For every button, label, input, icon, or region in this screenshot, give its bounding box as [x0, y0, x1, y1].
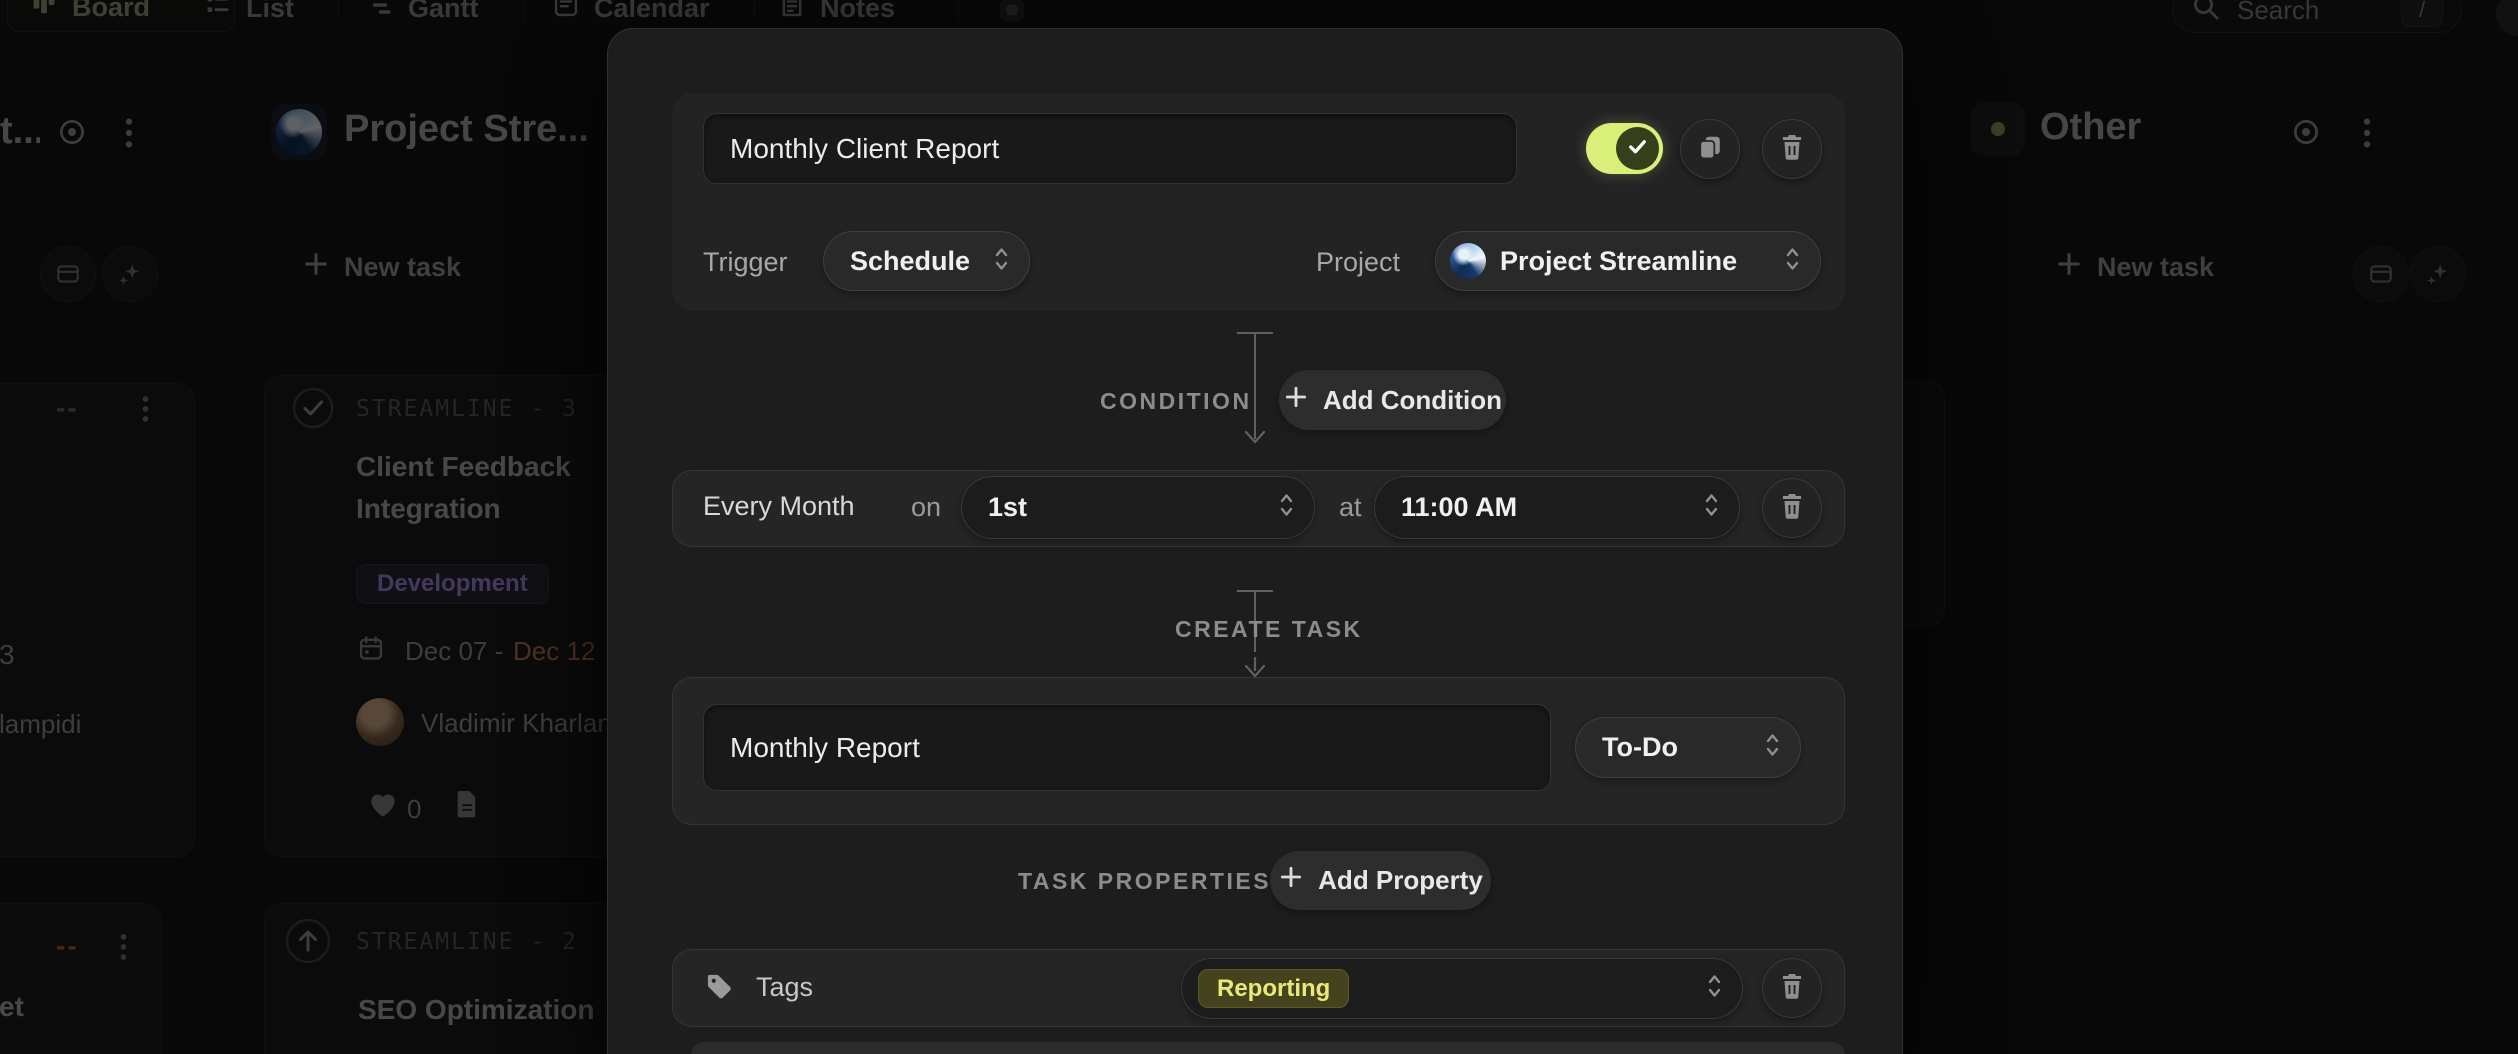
automation-editor-modal: Trigger Schedule Project Project Streaml…	[607, 28, 1903, 1054]
check-icon	[1625, 134, 1650, 164]
next-property-row-partial	[691, 1042, 1845, 1054]
trash-icon	[1780, 493, 1804, 524]
project-avatar-icon	[1450, 243, 1486, 279]
chevron-up-down-icon	[994, 244, 1009, 279]
schedule-frequency[interactable]: Every Month	[703, 491, 855, 522]
tag-chip-reporting: Reporting	[1198, 969, 1349, 1008]
time-select[interactable]: 11:00 AM	[1374, 476, 1740, 539]
project-value: Project Streamline	[1500, 246, 1737, 277]
chevron-up-down-icon	[1765, 730, 1780, 765]
tags-label: Tags	[756, 972, 813, 1003]
chevron-up-down-icon	[1707, 971, 1722, 1006]
on-label: on	[911, 492, 941, 523]
add-condition-button[interactable]: Add Condition	[1279, 370, 1506, 430]
copy-icon	[1697, 134, 1723, 165]
trash-icon	[1780, 973, 1804, 1004]
chevron-up-down-icon	[1785, 244, 1800, 279]
project-label: Project	[1316, 247, 1400, 278]
create-task-section-label: CREATE TASK	[1175, 616, 1363, 643]
tags-select[interactable]: Reporting	[1181, 958, 1743, 1019]
condition-section-label: CONDITION	[1100, 388, 1252, 415]
trigger-value: Schedule	[850, 246, 970, 277]
delete-automation-button[interactable]	[1762, 119, 1822, 179]
add-property-label: Add Property	[1318, 865, 1483, 896]
at-label: at	[1339, 492, 1362, 523]
plus-icon	[1283, 384, 1309, 417]
trigger-label: Trigger	[703, 247, 788, 278]
automation-name-input[interactable]	[703, 113, 1517, 184]
plus-icon	[1278, 864, 1304, 897]
delete-condition-button[interactable]	[1762, 478, 1822, 538]
trigger-select[interactable]: Schedule	[823, 231, 1030, 291]
task-properties-section-label: TASK PROPERTIES	[1018, 868, 1271, 895]
project-select[interactable]: Project Streamline	[1435, 231, 1821, 291]
arrow-down-icon	[1240, 422, 1270, 451]
task-name-input[interactable]	[703, 704, 1551, 791]
day-select[interactable]: 1st	[961, 476, 1315, 539]
chevron-up-down-icon	[1279, 490, 1294, 525]
add-condition-label: Add Condition	[1323, 385, 1502, 416]
chevron-up-down-icon	[1704, 490, 1719, 525]
status-value: To-Do	[1602, 732, 1678, 763]
time-value: 11:00 AM	[1401, 492, 1517, 523]
delete-property-button[interactable]	[1762, 958, 1822, 1018]
tag-icon	[705, 972, 733, 1005]
trash-icon	[1780, 134, 1804, 165]
add-property-button[interactable]: Add Property	[1270, 851, 1491, 910]
day-value: 1st	[988, 492, 1027, 523]
duplicate-button[interactable]	[1680, 119, 1740, 179]
enabled-toggle[interactable]	[1586, 123, 1663, 174]
toggle-knob	[1616, 127, 1659, 170]
app-screen: Board List Gantt Calendar Notes Sea	[0, 0, 2518, 1054]
status-select[interactable]: To-Do	[1575, 717, 1801, 778]
